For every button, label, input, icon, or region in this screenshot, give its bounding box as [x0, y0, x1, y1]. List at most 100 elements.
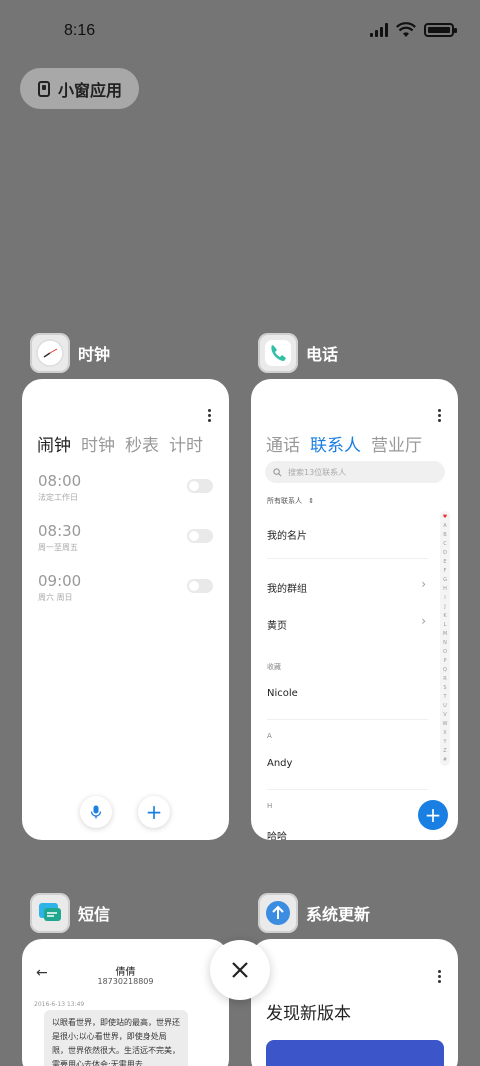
alarm-toggle[interactable]	[187, 529, 213, 543]
more-options-icon[interactable]	[208, 409, 212, 422]
contact-row[interactable]: 哈哈	[267, 828, 287, 840]
index-letter[interactable]: B	[443, 531, 446, 540]
divider	[267, 719, 428, 720]
index-letter[interactable]: U	[443, 702, 447, 711]
index-letter[interactable]: G	[443, 576, 447, 585]
microphone-icon	[90, 805, 102, 819]
clock-icon	[30, 333, 70, 373]
phone-app-card[interactable]: 通话 联系人 营业厅 搜索13位联系人 所有联系人 ⇕ 我的名片 我的群组 › …	[251, 379, 458, 840]
phone-app-header[interactable]: 电话	[258, 333, 338, 373]
updater-app-card[interactable]: 发现新版本	[251, 939, 458, 1066]
floating-window-icon	[38, 80, 50, 97]
section-header: A	[267, 732, 272, 740]
index-letter[interactable]: D	[443, 549, 447, 558]
phone-icon	[258, 333, 298, 373]
index-letter[interactable]: #	[443, 756, 447, 765]
yellow-pages-row[interactable]: 黄页	[267, 617, 287, 632]
messages-app-card[interactable]: ← 倩倩 18730218809 2016-6-13 13:49 以眼看世界，即…	[22, 939, 229, 1066]
index-letter[interactable]: Q	[443, 666, 447, 675]
clock-tabs: 闹钟 时钟 秒表 计时	[37, 431, 203, 456]
index-letter[interactable]: R	[443, 675, 446, 684]
divider	[267, 789, 428, 790]
index-letter[interactable]: W	[443, 720, 448, 729]
tab-alarm[interactable]: 闹钟	[37, 431, 71, 456]
phone-tabs: 通话 联系人 营业厅	[266, 431, 422, 456]
alarm-desc: 周一至周五	[38, 543, 78, 552]
index-letter[interactable]: F	[444, 567, 447, 576]
signal-icon	[370, 23, 388, 37]
more-options-icon[interactable]	[438, 409, 442, 422]
message-bubble: 以眼看世界，即使站的最高，世界还是很小;以心看世界，即使身处局限，世界依然很大。…	[44, 1010, 188, 1066]
plus-icon: +	[145, 800, 163, 824]
index-letter[interactable]: Y	[443, 738, 446, 747]
alarm-toggle[interactable]	[187, 479, 213, 493]
sort-icon: ⇕	[308, 497, 315, 505]
messages-app-name: 短信	[78, 905, 111, 924]
messages-app-header[interactable]: 短信	[30, 893, 110, 933]
index-letter[interactable]: K	[443, 612, 446, 621]
index-letter[interactable]: N	[443, 639, 447, 648]
filter-label: 所有联系人	[267, 497, 302, 505]
status-time: 8:16	[64, 22, 96, 39]
floating-window-button[interactable]: 小窗应用	[20, 68, 139, 109]
chevron-right-icon: ›	[421, 614, 426, 628]
index-letter[interactable]: H	[443, 585, 447, 594]
index-letter[interactable]: M	[443, 630, 447, 639]
add-alarm-button[interactable]: +	[138, 796, 170, 828]
conversation-contact-number: 18730218809	[97, 977, 154, 986]
index-letter[interactable]: ♥	[443, 513, 447, 522]
index-letter[interactable]: O	[443, 648, 447, 657]
contact-row[interactable]: Andy	[267, 758, 292, 769]
tab-timer[interactable]: 计时	[169, 431, 203, 456]
tab-contacts[interactable]: 联系人	[310, 431, 361, 456]
index-letter[interactable]: X	[443, 729, 446, 738]
search-placeholder: 搜索13位联系人	[288, 467, 347, 477]
battery-icon	[424, 23, 457, 37]
status-icons	[370, 22, 457, 38]
section-header: H	[267, 802, 273, 810]
alarm-desc: 周六 周日	[38, 593, 73, 602]
updater-app-name: 系统更新	[306, 905, 371, 924]
alarm-desc: 法定工作日	[38, 493, 78, 502]
index-letter[interactable]: V	[443, 711, 446, 720]
message-icon	[30, 893, 70, 933]
tab-service-hall[interactable]: 营业厅	[371, 431, 422, 456]
contact-row[interactable]: Nicole	[267, 688, 298, 699]
clock-app-card[interactable]: 闹钟 时钟 秒表 计时 08:00 法定工作日 08:30 周一至周五 09:0…	[22, 379, 229, 840]
update-heading: 发现新版本	[266, 1004, 351, 1024]
clock-app-name: 时钟	[78, 345, 111, 364]
contact-search-input[interactable]: 搜索13位联系人	[265, 461, 445, 483]
tab-calls[interactable]: 通话	[266, 431, 300, 456]
close-icon	[232, 962, 248, 978]
index-letter[interactable]: E	[443, 558, 446, 567]
message-timestamp: 2016-6-13 13:49	[34, 1001, 85, 1008]
index-letter[interactable]: T	[443, 693, 446, 702]
tab-clock[interactable]: 时钟	[81, 431, 115, 456]
index-letter[interactable]: A	[443, 522, 446, 531]
chevron-right-icon: ›	[421, 577, 426, 591]
index-letter[interactable]: I	[444, 594, 445, 603]
contact-filter[interactable]: 所有联系人 ⇕	[267, 496, 314, 506]
update-icon	[258, 893, 298, 933]
tab-stopwatch[interactable]: 秒表	[125, 431, 159, 456]
search-icon	[273, 467, 282, 476]
index-letter[interactable]: L	[444, 621, 447, 630]
my-groups-row[interactable]: 我的群组	[267, 580, 307, 595]
index-letter[interactable]: J	[444, 603, 445, 612]
close-all-button[interactable]	[210, 940, 270, 1000]
updater-app-header[interactable]: 系统更新	[258, 893, 370, 933]
phone-app-name: 电话	[306, 345, 339, 364]
index-letter[interactable]: S	[443, 684, 446, 693]
alarm-toggle[interactable]	[187, 579, 213, 593]
my-card-row[interactable]: 我的名片	[267, 527, 307, 542]
alphabet-index[interactable]: ♥ A B C D E F G H I J K L M N O P Q R S T U V W X Y Z #	[440, 511, 450, 766]
floating-window-label: 小窗应用	[58, 80, 123, 100]
index-letter[interactable]: Z	[443, 747, 446, 756]
more-options-icon[interactable]	[438, 970, 442, 983]
index-letter[interactable]: C	[443, 540, 447, 549]
add-contact-button[interactable]: +	[418, 800, 448, 830]
divider	[267, 558, 428, 559]
index-letter[interactable]: P	[443, 657, 446, 666]
voice-alarm-button[interactable]	[80, 796, 112, 828]
clock-app-header[interactable]: 时钟	[30, 333, 110, 373]
